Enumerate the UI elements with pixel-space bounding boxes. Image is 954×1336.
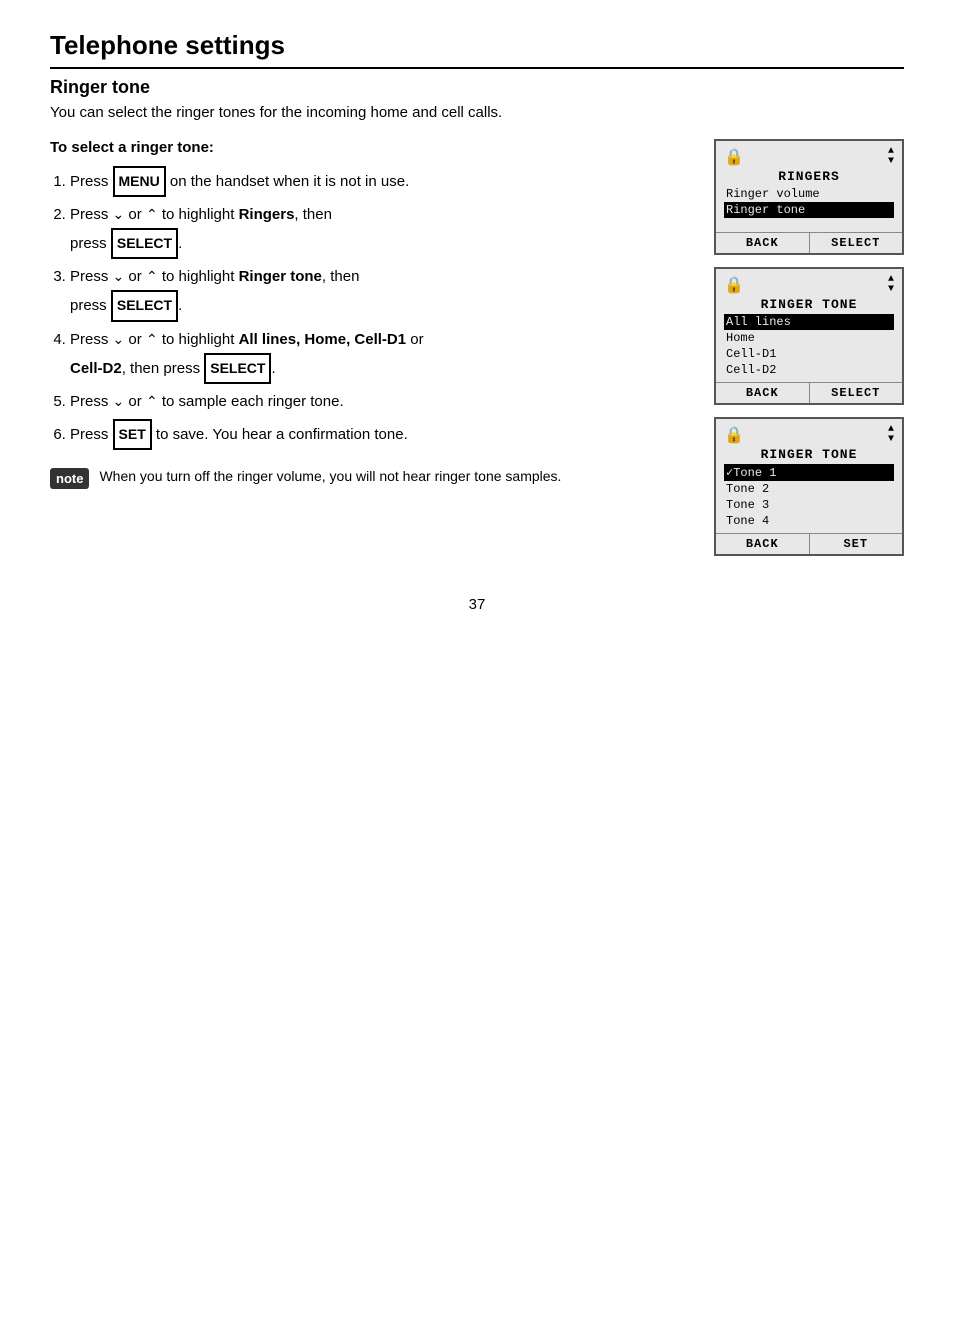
step4-or2: or	[406, 331, 424, 348]
step-6: Press SET to save. You hear a confirmati…	[70, 419, 684, 450]
screen3-scroll-icon: ▲ ▼	[888, 425, 894, 445]
step-4: Press ⌄ or ⌃ to highlight All lines, Hom…	[70, 326, 684, 384]
step1-menu-button: MENU	[113, 166, 166, 197]
instructions-panel: To select a ringer tone: Press MENU on t…	[50, 139, 684, 489]
section-title: Ringer tone	[50, 77, 904, 98]
content-area: To select a ringer tone: Press MENU on t…	[50, 139, 904, 556]
screens-panel: 🔒 ▲ ▼ RINGERS Ringer volume Ringer tone …	[714, 139, 904, 556]
intro-text: You can select the ringer tones for the …	[50, 104, 904, 121]
screen1-item-1: Ringer volume	[724, 186, 894, 202]
step4-highlight-text: to highlight	[158, 331, 239, 348]
divider	[50, 67, 904, 69]
step4-arrow-down-icon: ⌄	[113, 327, 125, 352]
step3-or: or	[124, 268, 146, 285]
step4-end: .	[271, 360, 275, 377]
step3-arrow-up-icon: ⌃	[146, 264, 158, 289]
screen1-scroll-icon: ▲ ▼	[888, 147, 894, 167]
step-5: Press ⌄ or ⌃ to sample each ringer tone.	[70, 388, 684, 415]
page-number: 37	[50, 596, 904, 613]
screen2-title: RINGER TONE	[724, 297, 894, 312]
step5-text-before: Press	[70, 393, 113, 410]
sub-heading: To select a ringer tone:	[50, 139, 684, 156]
step-2: Press ⌄ or ⌃ to highlight Ringers, thenp…	[70, 201, 684, 259]
screen3-footer: BACK SET	[716, 533, 902, 554]
screen3-back-button: BACK	[716, 534, 810, 554]
screen1-title: RINGERS	[724, 169, 894, 184]
page-title: Telephone settings	[50, 30, 904, 61]
step4-then: , then press	[122, 360, 205, 377]
screen2-inner: 🔒 ▲ ▼ RINGER TONE All lines Home Cell-D1…	[716, 269, 902, 378]
step4-select-button: SELECT	[204, 353, 271, 384]
screen2-select-button: SELECT	[810, 383, 903, 403]
screen-3: 🔒 ▲ ▼ RINGER TONE ✓Tone 1 Tone 2 Tone 3 …	[714, 417, 904, 556]
step1-text-after: on the handset when it is not in use.	[166, 173, 410, 190]
screen3-item-1: ✓Tone 1	[724, 464, 894, 481]
step2-bold-word: Ringers	[239, 206, 295, 223]
step2-arrow-down-icon: ⌄	[113, 202, 125, 227]
screen3-header: 🔒 ▲ ▼	[724, 425, 894, 445]
screen2-item-2: Home	[724, 330, 894, 346]
screen3-item-3: Tone 3	[724, 497, 894, 513]
screen2-item-4: Cell-D2	[724, 362, 894, 378]
step2-select-button: SELECT	[111, 228, 178, 259]
step-1: Press MENU on the handset when it is not…	[70, 166, 684, 197]
step2-text-before: Press	[70, 206, 113, 223]
step2-or: or	[124, 206, 146, 223]
screen3-lock-icon: 🔒	[724, 425, 744, 445]
screen1-select-button: SELECT	[810, 233, 903, 253]
step3-bold-word: Ringer tone	[239, 268, 322, 285]
screen3-title: RINGER TONE	[724, 447, 894, 462]
note-box: note When you turn off the ringer volume…	[50, 468, 684, 489]
note-text: When you turn off the ringer volume, you…	[99, 468, 561, 484]
step2-arrow-up-icon: ⌃	[146, 202, 158, 227]
screen2-footer: BACK SELECT	[716, 382, 902, 403]
screen-1: 🔒 ▲ ▼ RINGERS Ringer volume Ringer tone …	[714, 139, 904, 255]
screen3-item-2: Tone 2	[724, 481, 894, 497]
scroll-down-icon: ▼	[888, 157, 894, 167]
step6-text-after: to save. You hear a confirmation tone.	[152, 426, 408, 443]
screen2-lock-icon: 🔒	[724, 275, 744, 295]
screen-2: 🔒 ▲ ▼ RINGER TONE All lines Home Cell-D1…	[714, 267, 904, 405]
step2-highlight-text: to highlight	[158, 206, 239, 223]
step3-arrow-down-icon: ⌄	[113, 264, 125, 289]
step5-arrow-down-icon: ⌄	[113, 389, 125, 414]
scroll-down-icon: ▼	[888, 285, 894, 295]
screen2-header: 🔒 ▲ ▼	[724, 275, 894, 295]
step5-arrow-up-icon: ⌃	[146, 389, 158, 414]
step3-highlight-text: to highlight	[158, 268, 239, 285]
step1-text-before: Press	[70, 173, 113, 190]
step4-or: or	[124, 331, 146, 348]
screen3-item-4: Tone 4	[724, 513, 894, 529]
screen1-lock-icon: 🔒	[724, 147, 744, 167]
step3-text-before: Press	[70, 268, 113, 285]
step4-text-before: Press	[70, 331, 113, 348]
scroll-down-icon: ▼	[888, 435, 894, 445]
step5-text-after: to sample each ringer tone.	[158, 393, 344, 410]
screen2-item-3: Cell-D1	[724, 346, 894, 362]
step4-arrow-up-icon: ⌃	[146, 327, 158, 352]
screen1-back-button: BACK	[716, 233, 810, 253]
screen2-back-button: BACK	[716, 383, 810, 403]
screen1-item-2: Ringer tone	[724, 202, 894, 218]
screen1-inner: 🔒 ▲ ▼ RINGERS Ringer volume Ringer tone	[716, 141, 902, 228]
step4-bold-word2: Cell-D2	[70, 360, 122, 377]
step6-text-before: Press	[70, 426, 113, 443]
screen2-scroll-icon: ▲ ▼	[888, 275, 894, 295]
step4-bold-word1: All lines, Home, Cell-D1	[239, 331, 407, 348]
step3-select-button: SELECT	[111, 290, 178, 321]
step3-end: .	[178, 297, 182, 314]
note-label: note	[50, 468, 89, 489]
steps-list: Press MENU on the handset when it is not…	[50, 166, 684, 450]
step5-or: or	[124, 393, 146, 410]
step2-end: .	[178, 235, 182, 252]
screen2-item-1: All lines	[724, 314, 894, 330]
screen1-footer: BACK SELECT	[716, 232, 902, 253]
screen3-inner: 🔒 ▲ ▼ RINGER TONE ✓Tone 1 Tone 2 Tone 3 …	[716, 419, 902, 529]
screen3-set-button: SET	[810, 534, 903, 554]
step6-set-button: SET	[113, 419, 152, 450]
step-3: Press ⌄ or ⌃ to highlight Ringer tone, t…	[70, 263, 684, 321]
screen1-header: 🔒 ▲ ▼	[724, 147, 894, 167]
